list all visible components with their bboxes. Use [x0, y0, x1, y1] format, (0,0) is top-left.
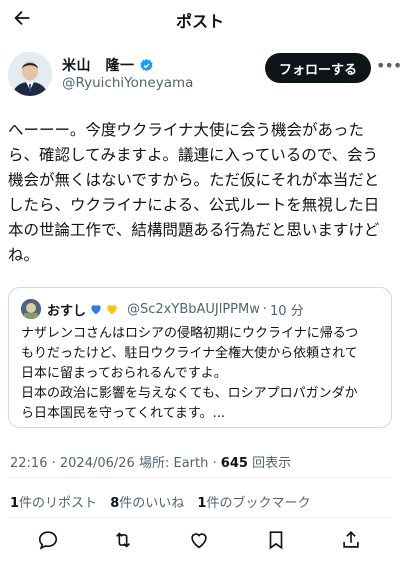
like-button[interactable] — [186, 527, 212, 553]
quote-line: ナザレンコさんはロシアの侵略初期にウクライナに帰るつ — [21, 326, 359, 341]
quote-line: もりだったけど、駐日ウクライナ全権大使から依頼されて — [21, 346, 358, 361]
location-value: Earth — [173, 456, 209, 471]
blue-heart-icon — [91, 305, 101, 315]
more-options-button[interactable]: ••• — [376, 56, 400, 76]
post-meta: 22:16 · 2024/06/26 場所: Earth · 645 回表示 — [10, 452, 291, 471]
bookmark-icon — [269, 531, 283, 550]
post-line: ね。 — [8, 246, 40, 264]
quote-avatar — [21, 299, 41, 319]
post-line: 本の世論工作で、結構問題ある行為だと思いますけど — [8, 221, 380, 239]
divider — [8, 477, 392, 478]
post-line: 機会が無くはないですから。ただ仮にそれが本当だと — [8, 171, 380, 189]
bookmark-button[interactable] — [263, 527, 289, 553]
like-icon — [191, 533, 207, 549]
meta-separator: · — [51, 456, 56, 471]
author-handle[interactable]: @RyuichiYoneyama — [62, 75, 193, 91]
view-label: 回表示 — [252, 456, 292, 471]
quoted-post[interactable]: おすし @Sc2xYBbAUJlPPMw · 10 分 ナザレンコさんはロシアの… — [8, 287, 392, 428]
avatar[interactable] — [8, 52, 52, 96]
location-label: 場所: — [138, 456, 170, 471]
follow-button[interactable]: フォローする — [265, 53, 371, 83]
like-stat[interactable]: 8件のいいね — [110, 496, 184, 511]
share-button[interactable] — [338, 527, 364, 553]
quote-header: おすし @Sc2xYBbAUJlPPMw · 10 分 — [21, 299, 304, 319]
quote-time: 10 分 — [270, 303, 304, 319]
quote-line: ら日本国民を守ってくれてます。... — [21, 406, 226, 421]
quote-author-handle: @Sc2xYBbAUJlPPMw — [127, 301, 260, 317]
author-row: 米山 隆一 @RyuichiYoneyama フォローする ••• — [8, 52, 400, 96]
post-time: 22:16 — [10, 456, 48, 471]
action-bar — [0, 527, 400, 557]
quote-separator: · — [262, 301, 268, 317]
yellow-heart-icon — [107, 305, 117, 315]
quote-body: ナザレンコさんはロシアの侵略初期にウクライナに帰るつ もりだったけど、駐日ウクラ… — [21, 324, 383, 424]
reply-icon — [38, 531, 58, 550]
share-icon — [343, 531, 359, 548]
quote-author-name: おすし — [47, 303, 87, 319]
repost-button[interactable] — [110, 527, 136, 553]
view-count: 645 — [220, 456, 248, 471]
engagement-stats: 1件のリポスト 8件のいいね 1件のブックマーク — [10, 492, 319, 511]
post-date: 2024/06/26 — [59, 456, 135, 471]
meta-separator: · — [212, 456, 217, 471]
verified-badge-icon — [139, 58, 153, 71]
post-line: したら、ウクライナによる、公式ルートを無視した日 — [8, 196, 380, 214]
page-title: ポスト — [175, 12, 224, 31]
post-line: へーーー。今度ウクライナ大使に会う機会があった — [8, 121, 365, 139]
author-name[interactable]: 米山 隆一 — [62, 55, 135, 75]
repost-stat[interactable]: 1件のリポスト — [10, 496, 97, 511]
quote-line: 日本に留まっておられるんですよ。 — [21, 366, 227, 381]
top-bar: ポスト — [0, 0, 400, 36]
quote-line: 日本の政治に影響を与えなくても、ロシアプロパガンダか — [21, 386, 358, 401]
divider — [8, 517, 392, 518]
post-body: へーーー。今度ウクライナ大使に会う機会があった ら、確認してみますよ。議連に入っ… — [8, 118, 392, 268]
reply-button[interactable] — [35, 527, 61, 553]
bookmark-stat[interactable]: 1件のブックマーク — [197, 496, 310, 511]
repost-icon — [115, 532, 131, 548]
post-line: ら、確認してみますよ。議連に入っているので、会う — [8, 146, 379, 164]
